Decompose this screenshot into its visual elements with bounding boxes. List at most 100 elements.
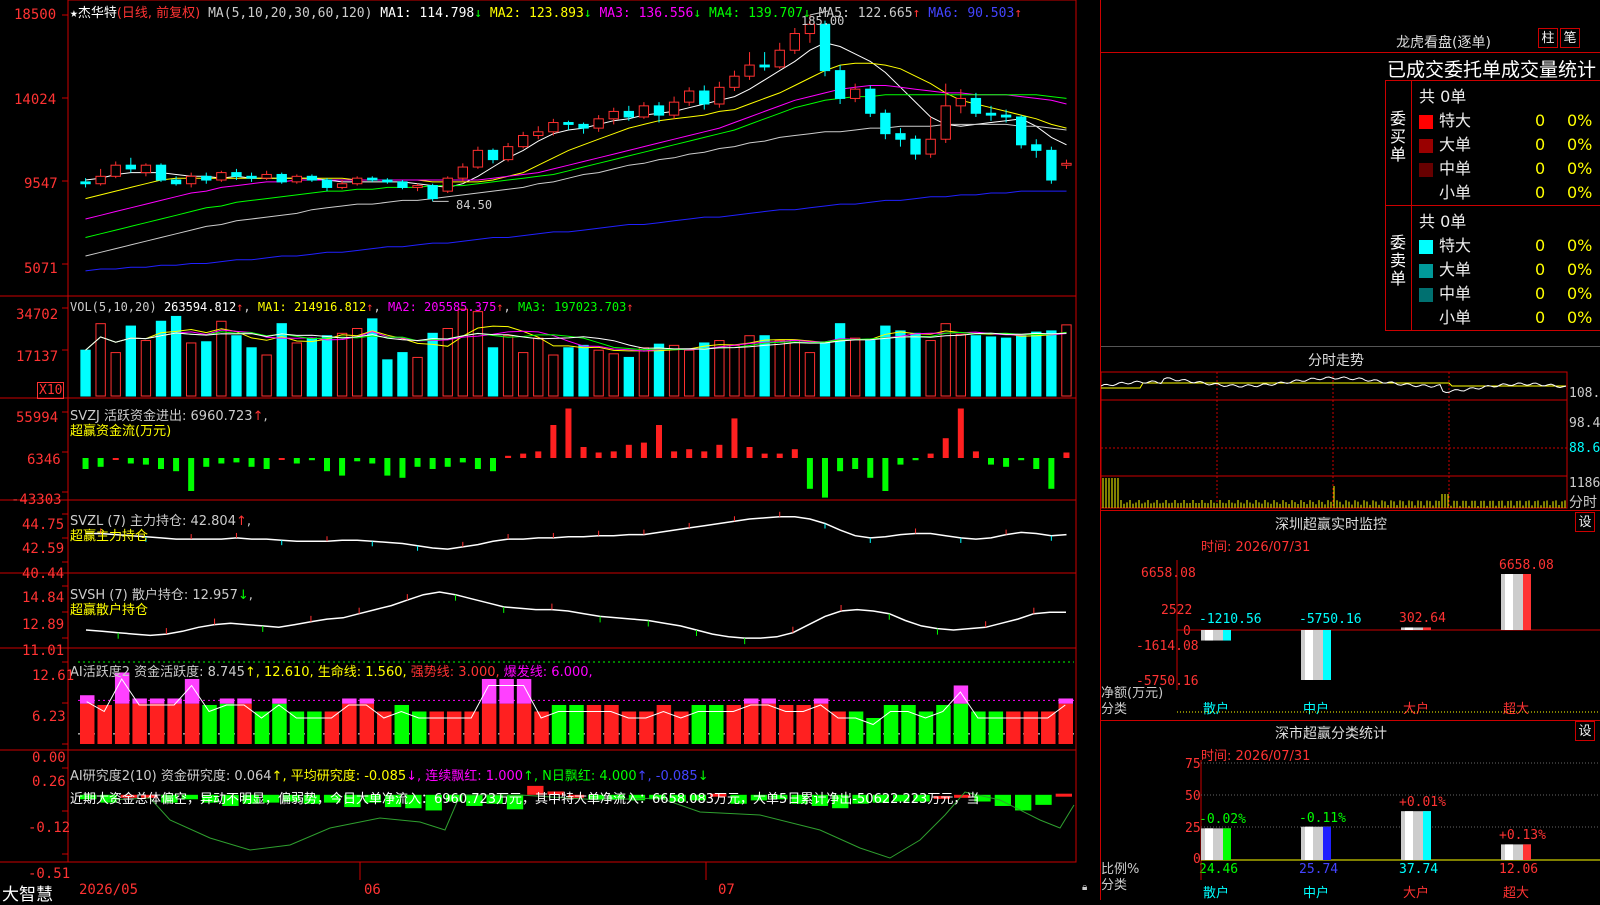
order-stat-percent: 0%	[1567, 111, 1593, 130]
volume-bar	[940, 323, 951, 397]
sc-bar-accent	[1523, 844, 1531, 860]
activity-bar	[167, 703, 182, 744]
favorite-star-icon[interactable]: ★	[70, 6, 78, 21]
sc-settings-button[interactable]: 设	[1575, 721, 1595, 741]
activity-bar	[184, 703, 200, 744]
order-stat-value: 0	[1535, 308, 1546, 327]
vol-value: 263594.812	[163, 300, 237, 314]
svzj-subtitle: 超赢资金流(万元)	[70, 424, 172, 439]
ma2-arrow: ↓	[583, 6, 592, 21]
fund-flow-bar	[218, 458, 225, 464]
ma-line-ma4	[85, 94, 1067, 238]
candle	[653, 105, 665, 116]
volume-bar	[578, 344, 589, 397]
volume-bar	[80, 349, 91, 397]
svzl-axis-label: 40.44	[22, 566, 65, 582]
activity-bar	[516, 703, 532, 744]
ai1-burst-line: 爆发线: 6.000,	[503, 665, 593, 680]
intraday-title: 分时走势	[1308, 353, 1364, 369]
activity-bar-peak	[342, 698, 357, 704]
candle	[789, 33, 800, 51]
candle	[80, 181, 91, 185]
fund-flow-bar	[490, 458, 496, 472]
volume-bar	[699, 342, 710, 397]
ma4-label: MA4: 139.707	[709, 6, 803, 21]
fund-flow-bar	[308, 458, 315, 461]
volume-bar	[834, 323, 846, 397]
activity-bar	[709, 704, 724, 744]
fund-flow-bar	[158, 458, 164, 469]
order-stat-label: 特大	[1439, 236, 1472, 255]
sc-bar-highlight	[1205, 828, 1213, 860]
candle	[895, 133, 906, 140]
order-stat-label: 小单	[1439, 183, 1472, 202]
sc-bar	[1201, 828, 1231, 860]
order-stat-label: 小单	[1439, 308, 1472, 327]
volume-bar	[336, 332, 348, 397]
activity-bar-peak	[237, 698, 252, 704]
candle	[638, 105, 650, 118]
volume-bar	[1046, 330, 1057, 397]
ai1-axis-label: 6.23	[32, 709, 66, 725]
ai2-axis-label: 0.26	[32, 774, 66, 790]
vol-ma2: MA2: 205585.375	[387, 300, 497, 314]
fund-flow-bar	[1033, 458, 1040, 469]
candle	[95, 175, 106, 185]
ai1-strong-line: 强势线: 3.000,	[410, 665, 500, 680]
candle	[1016, 116, 1027, 146]
volume-bar	[985, 336, 997, 397]
fund-flow-bar	[550, 425, 557, 458]
sc-category-label: 超大	[1503, 886, 1530, 901]
activity-bar	[80, 703, 95, 744]
fund-flow-bar	[324, 458, 330, 472]
candle	[684, 90, 695, 103]
candle	[699, 90, 710, 105]
svsh-axis-label: 12.89	[22, 617, 65, 633]
volume-bar	[201, 341, 212, 397]
candle	[865, 88, 876, 114]
sz-settings-button[interactable]: 设	[1575, 512, 1595, 532]
volume-bar	[880, 325, 891, 397]
candle	[955, 97, 966, 107]
ai1-title: AI活跃度2 资金活跃度: 8.745	[70, 665, 245, 680]
order-stat-label: 中单	[1439, 284, 1472, 303]
order-stat-value: 0	[1535, 260, 1546, 279]
sz-axis-label: -1614.08	[1136, 639, 1199, 654]
candle	[291, 175, 302, 183]
fund-flow-bar	[837, 458, 844, 472]
sc-bar-highlight	[1305, 826, 1313, 860]
fund-flow-bar	[384, 458, 391, 476]
main-chart-area[interactable]: ★杰华特(日线, 前复权) MA(5,10,20,30,60,120) MA1:…	[0, 0, 1100, 905]
candle	[668, 101, 680, 116]
volume-bar	[110, 352, 121, 397]
activity-bar	[831, 711, 846, 744]
candle	[170, 179, 182, 185]
fund-flow-bar	[1018, 458, 1025, 461]
chart-period[interactable]: (日线, 前复权)	[117, 6, 200, 21]
vol-unit-button[interactable]: X10	[37, 382, 65, 399]
tick-view-button[interactable]: 笔	[1560, 28, 1580, 48]
candle	[970, 97, 982, 114]
ai1-values: ↑, 12.610, 生命线: 1.560,	[244, 665, 407, 680]
volume-bar	[714, 340, 725, 397]
lock-icon[interactable]: 🔒︎	[1082, 882, 1087, 893]
volume-bar	[910, 332, 921, 397]
price-axis-label: 9547	[24, 176, 58, 192]
activity-bar	[848, 711, 864, 744]
candle	[201, 175, 212, 181]
activity-bar	[569, 704, 584, 744]
order-color-swatch	[1419, 311, 1433, 326]
activity-bar	[971, 711, 986, 744]
order-stat-percent: 0%	[1567, 135, 1593, 154]
ma-params: MA(5,10,20,30,60,120)	[208, 6, 373, 21]
svzl-subtitle: 超赢主力持仓	[70, 529, 149, 544]
activity-bar	[394, 704, 409, 744]
fund-flow-bar	[791, 449, 798, 458]
date-label: 06	[364, 882, 381, 898]
bar-view-button[interactable]: 柱	[1538, 28, 1558, 48]
order-stat-row: 小单 0 0%	[1419, 179, 1592, 203]
candle	[925, 138, 936, 155]
volume-bar	[1061, 324, 1072, 397]
brand-logo[interactable]: 大智慧	[2, 880, 53, 905]
fund-flow-bar	[97, 458, 104, 467]
